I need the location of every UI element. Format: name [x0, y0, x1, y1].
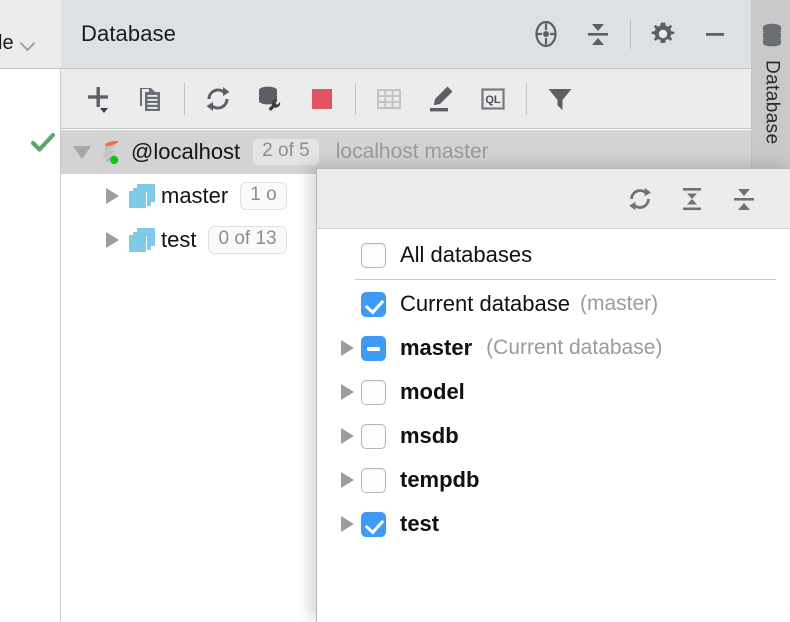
popup-refresh-button[interactable] — [614, 173, 666, 225]
ql-button[interactable]: QL — [467, 73, 519, 125]
checkbox-all-databases[interactable] — [361, 242, 386, 268]
stop-button[interactable] — [296, 73, 348, 125]
list-item-master[interactable]: master (Current database) — [317, 326, 790, 370]
twisty-placeholder — [333, 282, 361, 326]
popup-collapse-all-button[interactable] — [718, 173, 770, 225]
list-item-label: tempdb — [400, 467, 480, 492]
tree-label: test — [161, 227, 197, 252]
database-checkbox-list: All databases Current database (master) … — [317, 229, 790, 546]
panel-header: Database — [61, 0, 751, 69]
twisty-placeholder — [333, 233, 361, 277]
duplicate-button[interactable] — [125, 73, 177, 125]
list-item-label: model — [400, 379, 465, 404]
tree-subtitle: localhost master — [335, 140, 489, 163]
schema-stack-icon — [125, 218, 159, 262]
database-selector-popup: All databases Current database (master) … — [316, 168, 790, 622]
edit-button[interactable] — [415, 73, 467, 125]
schema-stack-icon — [125, 174, 159, 218]
twisty-right-icon[interactable] — [99, 174, 125, 218]
locate-icon — [531, 19, 561, 49]
twisty-right-icon[interactable] — [333, 326, 361, 370]
header-separator — [630, 19, 631, 49]
list-item-current-database[interactable]: Current database (master) — [317, 282, 790, 326]
ql-icon: QL — [478, 84, 508, 114]
toolbar-separator-1 — [184, 82, 185, 115]
twisty-right-icon[interactable] — [333, 458, 361, 502]
add-icon — [83, 83, 115, 115]
twisty-right-icon[interactable] — [99, 218, 125, 262]
tree-badge: 2 of 5 — [252, 138, 320, 166]
tree-label: @localhost — [131, 139, 241, 164]
schema-combo-label: le — [0, 31, 14, 54]
list-item-label: test — [400, 511, 440, 536]
list-item-label: Current database — [400, 291, 570, 316]
refresh-button[interactable] — [192, 73, 244, 125]
edit-icon — [425, 83, 457, 115]
sqlserver-icon — [95, 130, 129, 174]
twisty-down-icon[interactable] — [69, 130, 95, 174]
gear-icon — [648, 19, 678, 49]
database-toolbar: QL — [61, 69, 751, 129]
app-root: le Database QL @localhost 2 of 5 localho… — [0, 0, 790, 622]
green-check-icon — [30, 130, 56, 156]
filter-button[interactable] — [534, 73, 586, 125]
list-item-msdb[interactable]: msdb — [317, 414, 790, 458]
collapse-all-icon — [583, 19, 613, 49]
list-item-label: msdb — [400, 423, 459, 448]
list-item-model[interactable]: model — [317, 370, 790, 414]
checkbox-current-database[interactable] — [361, 291, 386, 317]
twisty-right-icon[interactable] — [333, 502, 361, 546]
list-separator — [355, 279, 776, 280]
collapse-all-button[interactable] — [572, 8, 624, 60]
expand-all-icon — [677, 184, 707, 214]
refresh-icon — [625, 184, 655, 214]
table-icon — [374, 84, 404, 114]
popup-toolbar — [317, 169, 790, 229]
svg-text:QL: QL — [485, 94, 501, 106]
table-button[interactable] — [363, 73, 415, 125]
left-editor-sliver: le — [0, 0, 61, 622]
collapse-all-icon — [729, 184, 759, 214]
toolbar-separator-3 — [526, 82, 527, 115]
twisty-right-icon[interactable] — [333, 414, 361, 458]
schema-combo[interactable]: le — [0, 28, 61, 58]
header-actions — [520, 8, 751, 60]
list-item-label: master — [400, 335, 473, 360]
list-item-tempdb[interactable]: tempdb — [317, 458, 790, 502]
list-item-label: All databases — [400, 242, 533, 267]
settings-button[interactable] — [637, 8, 689, 60]
stop-icon — [308, 85, 336, 113]
duplicate-icon — [136, 84, 166, 114]
database-tools-button[interactable] — [244, 73, 296, 125]
checkbox-model[interactable] — [361, 379, 386, 405]
chevron-down-icon — [21, 36, 35, 50]
twisty-right-icon[interactable] — [333, 370, 361, 414]
checkbox-master[interactable] — [361, 335, 386, 361]
refresh-icon — [202, 83, 234, 115]
add-button[interactable] — [73, 73, 125, 125]
checkbox-msdb[interactable] — [361, 423, 386, 449]
minimize-icon — [700, 19, 730, 49]
filter-icon — [545, 84, 575, 114]
checkbox-test[interactable] — [361, 511, 386, 537]
page-title: Database — [81, 21, 176, 46]
database-icon — [759, 22, 785, 50]
list-item-note: (Current database) — [486, 336, 663, 359]
list-item-test[interactable]: test — [317, 502, 790, 546]
tree-label: master — [161, 183, 229, 208]
list-item-note: (master) — [580, 292, 659, 315]
tree-badge: 0 of 13 — [208, 226, 287, 254]
left-sliver-header: le — [0, 0, 61, 69]
checkbox-tempdb[interactable] — [361, 467, 386, 493]
popup-expand-all-button[interactable] — [666, 173, 718, 225]
minimize-button[interactable] — [689, 8, 741, 60]
tool-window-tab-label: Database — [761, 60, 783, 145]
list-item-all-databases[interactable]: All databases — [317, 233, 790, 277]
database-tools-icon — [254, 83, 286, 115]
locate-button[interactable] — [520, 8, 572, 60]
tool-window-tab-database[interactable]: Database — [752, 0, 790, 190]
tree-badge: 1 o — [240, 182, 287, 210]
toolbar-separator-2 — [355, 82, 356, 115]
